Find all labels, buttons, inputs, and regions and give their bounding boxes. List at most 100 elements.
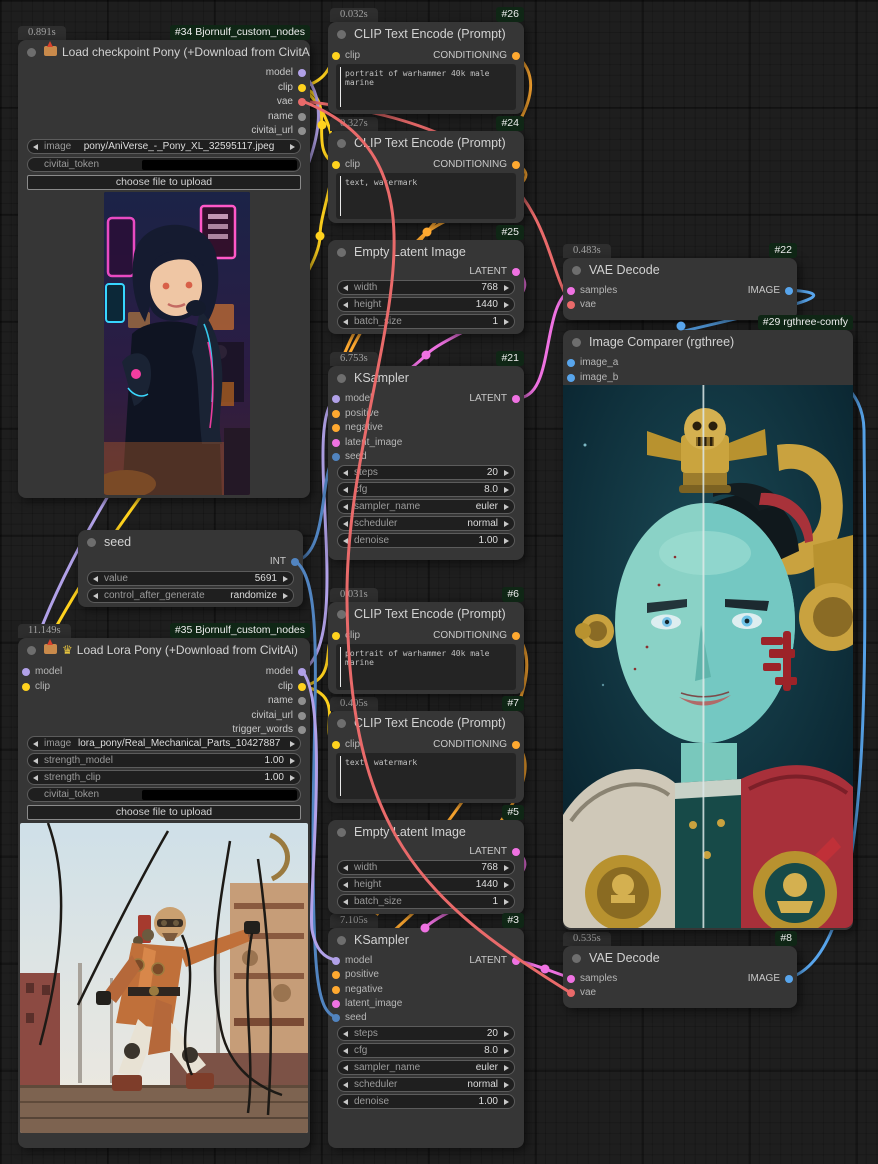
output-port-clip[interactable]: clip xyxy=(18,80,310,95)
node-header[interactable]: KSampler xyxy=(328,928,524,952)
node-header[interactable]: CLIP Text Encode (Prompt) xyxy=(328,22,524,46)
port-dot-name[interactable] xyxy=(298,697,306,705)
increment-arrow-icon[interactable] xyxy=(504,319,509,325)
sampler-name-widget[interactable]: sampler_nameeuler xyxy=(337,499,515,514)
collapse-dot-icon[interactable] xyxy=(337,828,346,837)
node-header[interactable]: VAE Decode xyxy=(563,258,797,282)
decrement-arrow-icon[interactable] xyxy=(343,538,348,544)
increment-arrow-icon[interactable] xyxy=(290,758,295,764)
port-dot-conditioning[interactable] xyxy=(512,52,520,60)
input-port-latent-image[interactable]: latent_image xyxy=(328,996,524,1011)
collapse-dot-icon[interactable] xyxy=(337,248,346,257)
increment-arrow-icon[interactable] xyxy=(504,487,509,493)
decrement-arrow-icon[interactable] xyxy=(343,882,348,888)
prev-arrow-icon[interactable] xyxy=(33,144,38,150)
output-port-conditioning[interactable]: CONDITIONING xyxy=(328,628,524,643)
output-port-clip[interactable]: clip xyxy=(18,679,310,694)
node-header[interactable]: VAE Decode xyxy=(563,946,797,970)
decrement-arrow-icon[interactable] xyxy=(343,302,348,308)
input-port-image-b[interactable]: image_b xyxy=(563,370,853,385)
reroute-dot[interactable] xyxy=(423,228,432,237)
output-port-vae[interactable]: vae xyxy=(18,94,310,109)
port-dot-model[interactable] xyxy=(298,69,306,77)
input-port-image-a[interactable]: image_a xyxy=(563,355,853,370)
increment-arrow-icon[interactable] xyxy=(504,865,509,871)
prev-arrow-icon[interactable] xyxy=(343,1082,348,1088)
decrement-arrow-icon[interactable] xyxy=(343,470,348,476)
node-empty-latent-5[interactable]: Empty Latent Image LATENT width768 heigh… xyxy=(328,820,524,914)
node-clip-text-encode-7[interactable]: CLIP Text Encode (Prompt) clip CONDITION… xyxy=(328,711,524,803)
node-header[interactable]: CLIP Text Encode (Prompt) xyxy=(328,131,524,155)
output-port-image[interactable]: IMAGE xyxy=(563,283,797,298)
reroute-dot[interactable] xyxy=(316,232,325,241)
port-dot-vae[interactable] xyxy=(298,98,306,106)
next-arrow-icon[interactable] xyxy=(504,1082,509,1088)
port-dot-conditioning[interactable] xyxy=(512,161,520,169)
sampler-name-widget[interactable]: sampler_nameeuler xyxy=(337,1060,515,1075)
node-ksampler-3[interactable]: KSampler model positive negative latent_… xyxy=(328,928,524,1148)
collapse-dot-icon[interactable] xyxy=(27,646,36,655)
increment-arrow-icon[interactable] xyxy=(504,285,509,291)
civitai-token-field[interactable]: civitai_token xyxy=(27,157,301,172)
node-header[interactable]: Image Comparer (rgthree) xyxy=(563,330,853,354)
input-port-negative[interactable]: negative xyxy=(328,982,524,997)
port-dot-vae[interactable] xyxy=(567,301,575,309)
increment-arrow-icon[interactable] xyxy=(504,538,509,544)
node-vae-decode-22[interactable]: VAE Decode samples vae IMAGE xyxy=(563,258,797,320)
prev-arrow-icon[interactable] xyxy=(93,593,98,599)
port-dot-negative[interactable] xyxy=(332,424,340,432)
collapse-dot-icon[interactable] xyxy=(572,338,581,347)
collapse-dot-icon[interactable] xyxy=(337,610,346,619)
batch-size-widget[interactable]: batch_size1 xyxy=(337,894,515,909)
output-port-conditioning[interactable]: CONDITIONING xyxy=(328,737,524,752)
output-port-latent[interactable]: LATENT xyxy=(328,391,524,406)
next-arrow-icon[interactable] xyxy=(290,144,295,150)
image-combo-widget[interactable]: imagepony/AniVerse_-_Pony_XL_32595117.jp… xyxy=(27,139,301,154)
port-dot-vae[interactable] xyxy=(567,989,575,997)
output-port-conditioning[interactable]: CONDITIONING xyxy=(328,48,524,63)
port-dot-image[interactable] xyxy=(785,975,793,983)
prev-arrow-icon[interactable] xyxy=(343,521,348,527)
output-port-conditioning[interactable]: CONDITIONING xyxy=(328,157,524,172)
node-seed[interactable]: seed INT value5691 control_after_generat… xyxy=(78,530,303,607)
decrement-arrow-icon[interactable] xyxy=(343,865,348,871)
image-combo-widget[interactable]: imagelora_pony/Real_Mechanical_Parts_104… xyxy=(27,736,301,751)
collapse-dot-icon[interactable] xyxy=(572,954,581,963)
next-arrow-icon[interactable] xyxy=(504,504,509,510)
port-dot-image-b[interactable] xyxy=(567,374,575,382)
increment-arrow-icon[interactable] xyxy=(504,1099,509,1105)
port-dot-seed[interactable] xyxy=(332,1014,340,1022)
port-dot-latent-image[interactable] xyxy=(332,1000,340,1008)
port-dot-image-a[interactable] xyxy=(567,359,575,367)
reroute-dot[interactable] xyxy=(422,351,431,360)
prev-arrow-icon[interactable] xyxy=(343,1065,348,1071)
node-empty-latent-25[interactable]: Empty Latent Image LATENT width768 heigh… xyxy=(328,240,524,334)
batch-size-widget[interactable]: batch_size1 xyxy=(337,314,515,329)
node-ksampler-21[interactable]: KSampler model positive negative latent_… xyxy=(328,366,524,560)
port-dot-clip-out[interactable] xyxy=(298,683,306,691)
node-header[interactable]: Empty Latent Image xyxy=(328,240,524,264)
prompt-textarea[interactable]: text, watermark xyxy=(336,173,516,219)
increment-arrow-icon[interactable] xyxy=(504,1048,509,1054)
output-port-name[interactable]: name xyxy=(18,109,310,124)
prompt-textarea[interactable]: portrait of warhammer 40k male marine xyxy=(336,64,516,110)
port-dot-civitai-url[interactable] xyxy=(298,712,306,720)
input-port-vae[interactable]: vae xyxy=(563,297,797,312)
node-clip-text-encode-6[interactable]: CLIP Text Encode (Prompt) clip CONDITION… xyxy=(328,602,524,694)
node-header[interactable]: CLIP Text Encode (Prompt) xyxy=(328,711,524,735)
port-dot-clip[interactable] xyxy=(298,84,306,92)
prev-arrow-icon[interactable] xyxy=(343,504,348,510)
input-port-negative[interactable]: negative xyxy=(328,420,524,435)
port-dot-model-out[interactable] xyxy=(298,668,306,676)
output-port-name[interactable]: name xyxy=(18,693,310,708)
port-dot-latent[interactable] xyxy=(512,957,520,965)
port-dot-latent[interactable] xyxy=(512,848,520,856)
collapse-dot-icon[interactable] xyxy=(337,139,346,148)
output-port-model[interactable]: model xyxy=(18,65,310,80)
cfg-widget[interactable]: cfg8.0 xyxy=(337,482,515,497)
port-dot-latent-image[interactable] xyxy=(332,439,340,447)
output-port-civitai-url[interactable]: civitai_url xyxy=(18,708,310,723)
next-arrow-icon[interactable] xyxy=(504,1065,509,1071)
port-dot-conditioning[interactable] xyxy=(512,632,520,640)
port-dot-int[interactable] xyxy=(291,558,299,566)
